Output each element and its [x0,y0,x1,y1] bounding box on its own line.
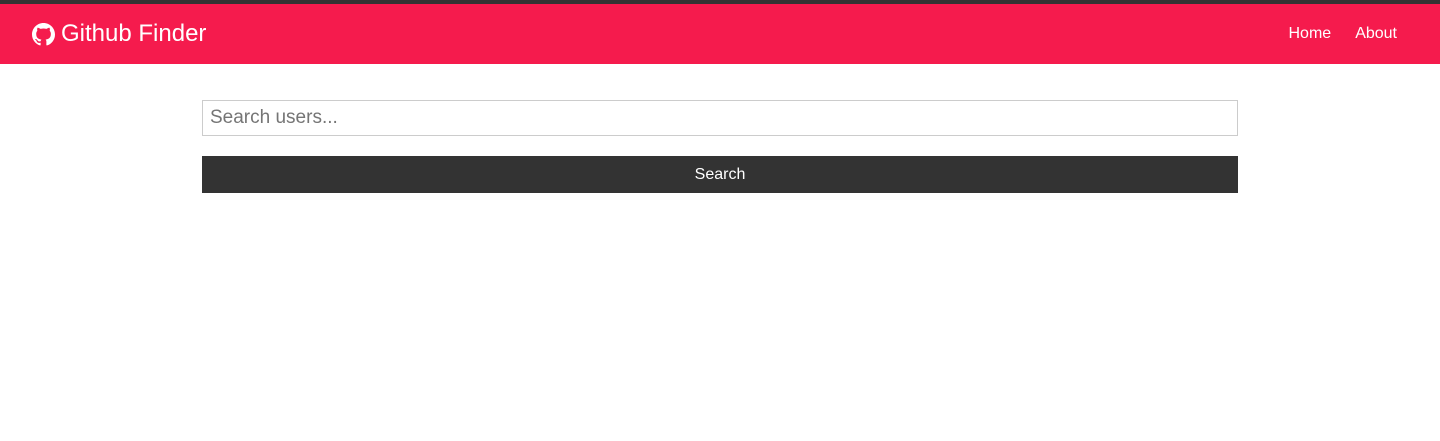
brand-link[interactable]: Github Finder [32,20,206,48]
nav-links: Home About [1289,25,1398,43]
nav-link-about[interactable]: About [1355,25,1397,43]
navbar: Github Finder Home About [0,4,1440,64]
github-icon [32,22,55,46]
search-input[interactable] [202,100,1238,136]
brand-title: Github Finder [61,20,207,47]
nav-link-home[interactable]: Home [1289,25,1332,43]
main-container: Search [202,100,1238,193]
search-button[interactable]: Search [202,156,1238,193]
search-form: Search [202,100,1238,193]
